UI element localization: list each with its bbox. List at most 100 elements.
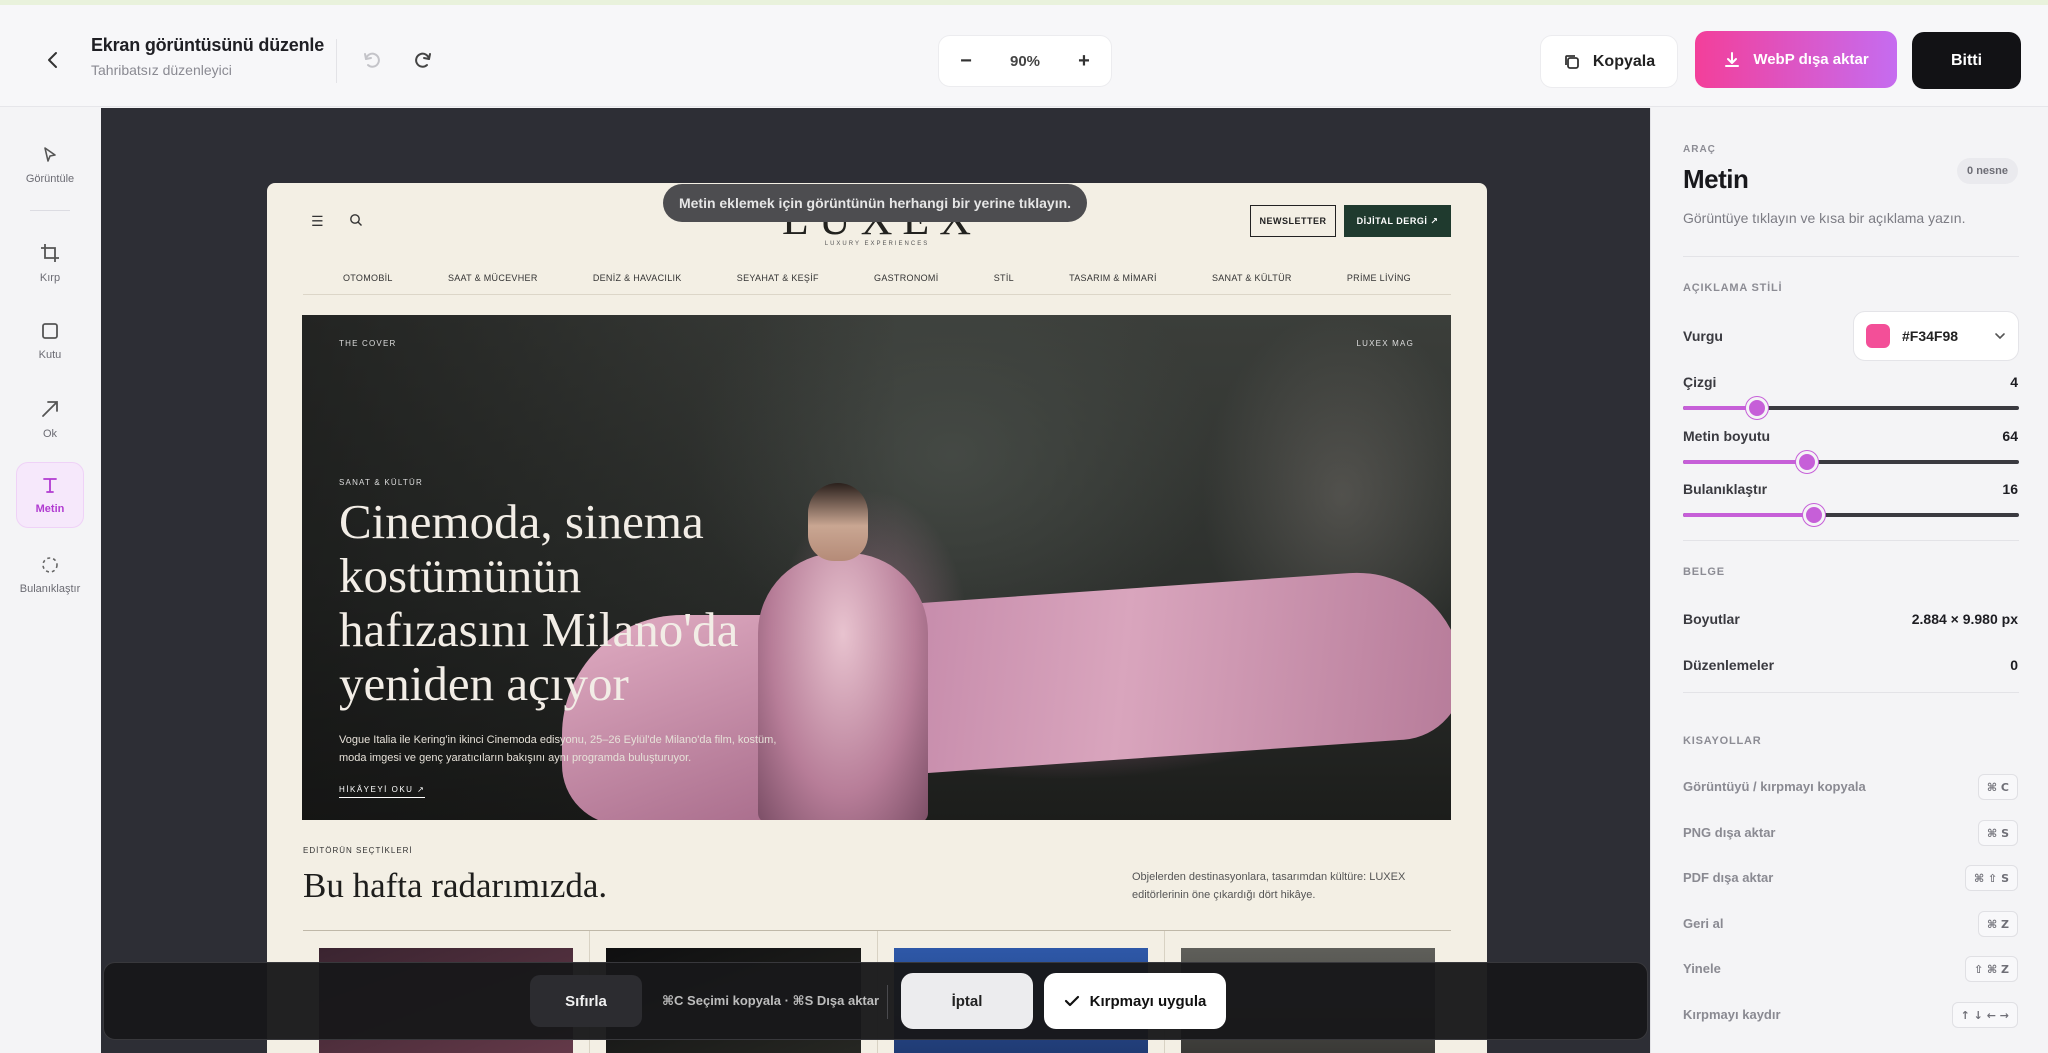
- tool-section-label: ARAÇ: [1683, 144, 1716, 155]
- dimensions-label: Boyutlar: [1683, 611, 1740, 627]
- reset-button[interactable]: Sıfırla: [530, 975, 642, 1027]
- slider-thumb[interactable]: [1746, 397, 1768, 419]
- shortcut-key: ⌘ S: [1978, 820, 2018, 846]
- site-nav-item: GASTRONOMİ: [874, 272, 939, 283]
- shortcut-key: ↑ ↓ ← →: [1951, 1002, 2018, 1028]
- divider: [336, 39, 337, 83]
- tool-arrow[interactable]: Ok: [16, 386, 84, 452]
- accent-label: Vurgu: [1683, 328, 1723, 344]
- tool-box[interactable]: Kutu: [16, 308, 84, 374]
- zoom-in-button[interactable]: +: [1071, 48, 1097, 74]
- top-toolbar: Ekran görüntüsünü düzenle Tahribatsız dü…: [0, 0, 2048, 107]
- slider-label: Bulanıklaştır: [1683, 481, 1768, 497]
- slider-value: 64: [2002, 428, 2018, 444]
- slider-label: Çizgi: [1683, 374, 1717, 390]
- apply-crop-label: Kırpmayı uygula: [1089, 992, 1207, 1010]
- redo-icon: [415, 52, 431, 68]
- divider: [887, 985, 888, 1019]
- tool-name: Metin: [1683, 164, 1749, 194]
- search-icon: [350, 214, 362, 226]
- tool-text[interactable]: Metin: [16, 462, 84, 528]
- tool-label: Kutu: [38, 349, 62, 361]
- shortcut-key: ⌘ ⇧ S: [1964, 865, 2018, 891]
- hero-category: SANAT & KÜLTÜR: [339, 478, 423, 487]
- tool-crop[interactable]: Kırp: [16, 230, 84, 296]
- cancel-button[interactable]: İptal: [901, 973, 1033, 1029]
- arrow-icon: [42, 401, 58, 417]
- shortcut-key: ⌘ Z: [1977, 911, 2018, 937]
- accent-hex: #F34F98: [1902, 328, 1959, 344]
- back-button[interactable]: [36, 43, 70, 77]
- box-icon: [42, 323, 58, 339]
- hero-mag-label: LUXEX MAG: [1356, 339, 1414, 348]
- blur-slider[interactable]: [1683, 504, 2019, 526]
- document-section-label: BELGE: [1683, 566, 1725, 578]
- blur-icon: [42, 557, 58, 573]
- page-subtitle: Tahribatsız düzenleyici: [91, 62, 232, 78]
- hero-title: Cinemoda, sinema kostümünün hafızasını M…: [339, 494, 739, 711]
- done-button[interactable]: Bitti: [1912, 32, 2021, 89]
- export-webp-button[interactable]: WebP dışa aktar: [1695, 31, 1897, 88]
- chevron-down-icon: [1995, 333, 2005, 340]
- site-nav-item: DENİZ & HAVACILIK: [592, 272, 682, 283]
- hero-cover-label: THE COVER: [339, 339, 397, 348]
- undo-button[interactable]: [355, 43, 389, 77]
- hero-dress: [758, 553, 928, 820]
- divider: [1683, 692, 2019, 693]
- crop-icon: [41, 244, 59, 262]
- style-section-label: AÇIKLAMA STİLİ: [1683, 282, 1783, 294]
- site-nav-item: SANAT & KÜLTÜR: [1211, 272, 1292, 283]
- shortcut-label: PDF dışa aktar: [1683, 870, 1774, 885]
- tool-blur[interactable]: Bulanıklaştır: [16, 542, 84, 608]
- shortcut-label: Yinele: [1683, 961, 1721, 976]
- text-icon: [43, 478, 57, 493]
- copy-icon: [1564, 54, 1579, 69]
- zoom-out-button[interactable]: −: [953, 48, 979, 74]
- chevron-left-icon: [48, 52, 57, 68]
- copy-button[interactable]: Kopyala: [1540, 35, 1678, 88]
- hero-description: Vogue Italia ile Kering'in ikinci Cinemo…: [339, 734, 777, 764]
- editor-picks-title: Bu hafta radarımızda.: [303, 866, 608, 905]
- site-tagline: LUXURY EXPERIENCES: [824, 241, 930, 247]
- copy-label: Kopyala: [1592, 52, 1656, 70]
- slider-fill: [1683, 460, 1807, 464]
- divider: [30, 210, 70, 211]
- check-icon: [1064, 995, 1079, 1007]
- shortcut-label: PNG dışa aktar: [1683, 825, 1776, 840]
- zoom-control: − 90% +: [938, 35, 1112, 87]
- accent-swatch: [1866, 324, 1890, 348]
- hero-figure: [808, 483, 868, 561]
- shortcut-hint: ⌘C Seçimi kopyala · ⌘S Dışa aktar: [662, 993, 880, 1008]
- tool-label: Görüntüle: [25, 173, 75, 185]
- tool-label: Kırp: [39, 272, 61, 284]
- hero-image: THE COVER LUXEX MAG SANAT & KÜLTÜR Cinem…: [302, 315, 1451, 820]
- screenshot-page[interactable]: ☰ LUXEX LUXURY EXPERIENCES NEWSLETTER Dİ…: [267, 183, 1487, 1053]
- redo-button[interactable]: [406, 43, 440, 77]
- hero-cta: HİKÂYEYİ OKU ↗: [339, 785, 426, 798]
- accent-color-picker[interactable]: #F34F98: [1853, 311, 2019, 361]
- slider-thumb[interactable]: [1796, 451, 1818, 473]
- menu-icon: ☰: [311, 213, 324, 229]
- site-nav-item: STİL: [993, 272, 1014, 283]
- shortcut-label: Geri al: [1683, 916, 1724, 931]
- apply-crop-button[interactable]: Kırpmayı uygula: [1044, 973, 1226, 1029]
- slider-value: 4: [2010, 374, 2018, 390]
- tool-view[interactable]: Görüntüle: [16, 132, 84, 198]
- page-title: Ekran görüntüsünü düzenle: [91, 35, 325, 55]
- shortcuts-section-label: KISAYOLLAR: [1683, 735, 1762, 747]
- slider-thumb[interactable]: [1803, 504, 1825, 526]
- dimensions-value: 2.884 × 9.980 px: [1911, 611, 2018, 627]
- text-size-slider[interactable]: [1683, 451, 2019, 473]
- editor-picks-description: Objelerden destinasyonlara, tasarımdan k…: [1132, 871, 1406, 901]
- stroke-slider[interactable]: [1683, 397, 2019, 419]
- object-count-badge: 0 nesne: [1957, 158, 2018, 184]
- divider: [1683, 540, 2019, 541]
- edits-value: 0: [2010, 657, 2018, 673]
- tool-label: Metin: [35, 503, 65, 515]
- site-nav-item: SAAT & MÜCEVHER: [447, 272, 538, 283]
- download-icon: [1725, 51, 1740, 67]
- shortcut-key: ⇧ ⌘ Z: [1964, 956, 2018, 982]
- slider-value: 16: [2002, 481, 2018, 497]
- divider: [1683, 256, 2019, 257]
- editor-canvas[interactable]: ☰ LUXEX LUXURY EXPERIENCES NEWSLETTER Dİ…: [101, 108, 1650, 1053]
